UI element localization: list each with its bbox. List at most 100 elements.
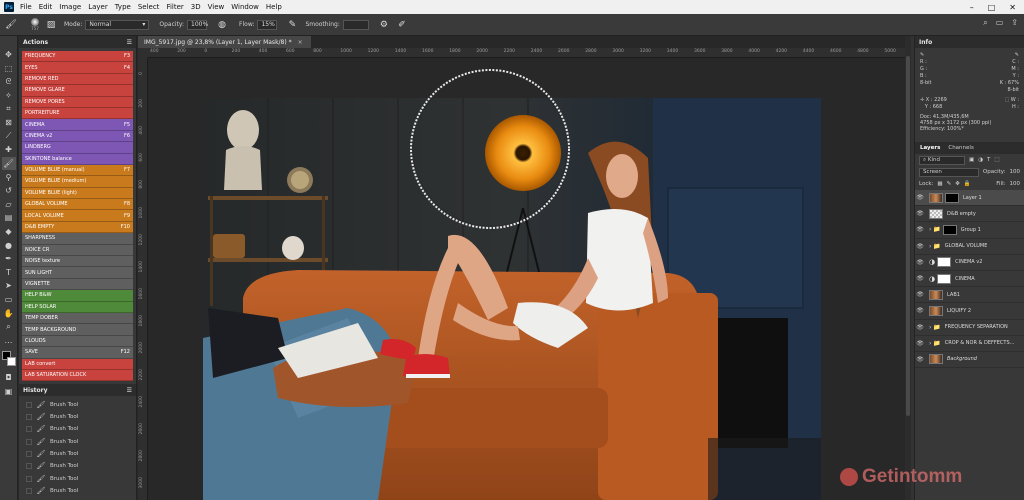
menu-3d[interactable]: 3D <box>191 3 201 11</box>
layer-row[interactable]: 👁 ◑ CINEMA v2 <box>915 255 1024 271</box>
action-item[interactable]: FREQUENCY F3 <box>22 51 133 63</box>
visibility-eye-icon[interactable]: 👁 <box>915 243 925 250</box>
action-item[interactable]: CINEMA F5 <box>22 119 133 131</box>
maximize-icon[interactable]: □ <box>988 3 996 12</box>
background-color-swatch[interactable] <box>6 357 16 367</box>
action-item[interactable]: CLOUDS <box>22 335 133 348</box>
layer-thumbnail[interactable] <box>929 208 943 219</box>
vertical-ruler[interactable]: 0 200 400 600 800 1000 1200 1400 1600 1800 2000 220… <box>138 58 148 500</box>
filter-adjust-icon[interactable]: ◑ <box>978 157 983 163</box>
layer-row[interactable]: 👁 › 📁 Group 1 <box>915 222 1024 239</box>
screen-mode-icon[interactable]: ▣ <box>2 385 16 399</box>
folder-icon[interactable]: › 📁 <box>929 340 941 347</box>
document-tab[interactable]: IMG_5917.jpg @ 23,8% (Layer 1, Layer Mas… <box>138 36 311 48</box>
actions-panel-title[interactable]: Actions <box>23 39 48 46</box>
action-item[interactable]: VOLUME BLUE (medium) <box>22 176 133 188</box>
menu-select[interactable]: Select <box>138 3 160 11</box>
pressure-size-icon[interactable]: ✐ <box>395 18 409 32</box>
visibility-eye-icon[interactable]: 👁 <box>915 210 925 217</box>
layer-thumbnail[interactable] <box>929 354 943 365</box>
history-item[interactable]: 🖌 Brush Tool <box>22 423 133 435</box>
path-selection-tool-icon[interactable]: ➤ <box>2 279 16 293</box>
marquee-tool-icon[interactable]: ⬚ <box>2 62 16 76</box>
layer-row[interactable]: 👁 LAB1 <box>915 287 1024 304</box>
flow-input[interactable]: 15% <box>257 19 278 30</box>
dodge-tool-icon[interactable]: ● <box>2 238 16 252</box>
menu-type[interactable]: Type <box>115 3 131 11</box>
history-item[interactable]: 🖌 Brush Tool <box>22 411 133 423</box>
layer-row[interactable]: 👁 › 📁 FREQUENCY SEPARATION <box>915 320 1024 336</box>
layer-mask-thumbnail[interactable] <box>942 224 957 235</box>
action-item[interactable]: D&B EMPTY F10 <box>22 221 133 234</box>
menu-file[interactable]: File <box>20 3 32 11</box>
action-item[interactable]: VOLUME BLUE (manual) F7 <box>22 164 133 177</box>
action-item[interactable]: SHARPNESS <box>22 233 133 245</box>
history-panel-title[interactable]: History <box>23 387 48 394</box>
history-item[interactable]: 🖌 Brush Tool <box>22 436 133 448</box>
filter-pixel-icon[interactable]: ▣ <box>969 157 974 163</box>
visibility-eye-icon[interactable]: 👁 <box>915 307 925 314</box>
layer-kind-filter[interactable]: ⌕ Kind <box>919 155 965 165</box>
history-item[interactable]: 🖌 Brush Tool <box>22 485 133 497</box>
lock-paint-icon[interactable]: ✎ <box>947 181 952 187</box>
layer-mask-thumbnail[interactable] <box>937 257 952 268</box>
lock-move-icon[interactable]: ✥ <box>955 181 960 187</box>
airbrush-icon[interactable]: ✎ <box>285 18 299 32</box>
history-item[interactable]: 🖌 Brush Tool <box>22 448 133 460</box>
layer-row[interactable]: 👁 D&B empty <box>915 206 1024 223</box>
layer-row[interactable]: 👁 ◑ CINEMA <box>915 271 1024 288</box>
action-item[interactable]: NOISE texture <box>22 256 133 268</box>
layer-thumbnail[interactable] <box>929 289 943 300</box>
menu-view[interactable]: View <box>208 3 225 11</box>
layer-mask-thumbnail[interactable] <box>945 192 959 203</box>
action-item[interactable]: SAVE F12 <box>22 347 133 359</box>
folder-icon[interactable]: › 📁 <box>929 324 941 331</box>
type-tool-icon[interactable]: T <box>2 266 16 280</box>
lock-pixels-icon[interactable]: ▦ <box>937 181 942 187</box>
panel-menu-icon[interactable]: ☰ <box>127 387 132 394</box>
layer-thumbnail[interactable] <box>929 305 943 316</box>
layer-mask-thumbnail[interactable] <box>937 273 952 284</box>
history-source-checkbox[interactable] <box>26 401 32 408</box>
brush-tool-icon[interactable]: 🖌 <box>1 156 16 171</box>
blend-mode-select[interactable]: Screen <box>919 167 979 177</box>
folder-icon[interactable]: › 📁 <box>929 243 941 250</box>
history-source-checkbox[interactable] <box>26 413 32 420</box>
color-swatches[interactable] <box>1 351 16 367</box>
action-item[interactable]: PORTREITURE <box>22 107 133 120</box>
visibility-eye-icon[interactable]: 👁 <box>915 259 925 266</box>
smoothing-input[interactable] <box>342 19 369 30</box>
action-item[interactable]: REMOVE RED <box>22 73 133 86</box>
layer-thumbnail[interactable] <box>929 192 943 203</box>
menu-edit[interactable]: Edit <box>39 3 53 11</box>
action-item[interactable]: REMOVE PORES <box>22 96 133 108</box>
layer-row[interactable]: 👁 Background <box>915 352 1024 369</box>
action-item[interactable]: LAB SATURATION CLOCK <box>22 369 133 382</box>
brush-size-picker[interactable]: 757 <box>26 17 44 33</box>
share-icon[interactable]: ⇪ <box>1011 18 1018 28</box>
tab-channels[interactable]: Channels <box>948 145 973 151</box>
close-window-icon[interactable]: ✕ <box>1009 3 1016 12</box>
folder-icon[interactable]: › 📁 <box>929 226 941 233</box>
visibility-eye-icon[interactable]: 👁 <box>915 324 925 331</box>
tab-layers[interactable]: Layers <box>920 145 940 151</box>
menu-filter[interactable]: Filter <box>166 3 183 11</box>
menu-layer[interactable]: Layer <box>88 3 108 11</box>
action-item[interactable]: GLOBAL VOLUME F8 <box>22 199 133 211</box>
layer-row[interactable]: 👁 Layer 1 <box>915 190 1024 207</box>
action-item[interactable]: HELP B&W <box>22 290 133 302</box>
visibility-eye-icon[interactable]: 👁 <box>915 340 925 347</box>
layer-row[interactable]: 👁 › 📁 CROP & NOR & DEFFECTS... <box>915 336 1024 352</box>
action-item[interactable]: VIGNETTE <box>22 278 133 291</box>
quick-mask-icon[interactable]: ◘ <box>2 371 16 385</box>
history-brush-tool-icon[interactable]: ↺ <box>2 184 16 198</box>
gradient-tool-icon[interactable]: ▤ <box>2 211 16 225</box>
layer-opacity-value[interactable]: 100 <box>1010 169 1021 175</box>
history-source-checkbox[interactable] <box>26 426 32 433</box>
action-item[interactable]: REMOVE GLARE <box>22 85 133 97</box>
history-source-checkbox[interactable] <box>26 451 32 458</box>
history-source-checkbox[interactable] <box>26 463 32 470</box>
move-tool-icon[interactable]: ✥ <box>2 48 16 62</box>
gear-icon[interactable]: ⚙ <box>377 18 391 32</box>
layer-row[interactable]: 👁 › 📁 GLOBAL VOLUME <box>915 239 1024 255</box>
